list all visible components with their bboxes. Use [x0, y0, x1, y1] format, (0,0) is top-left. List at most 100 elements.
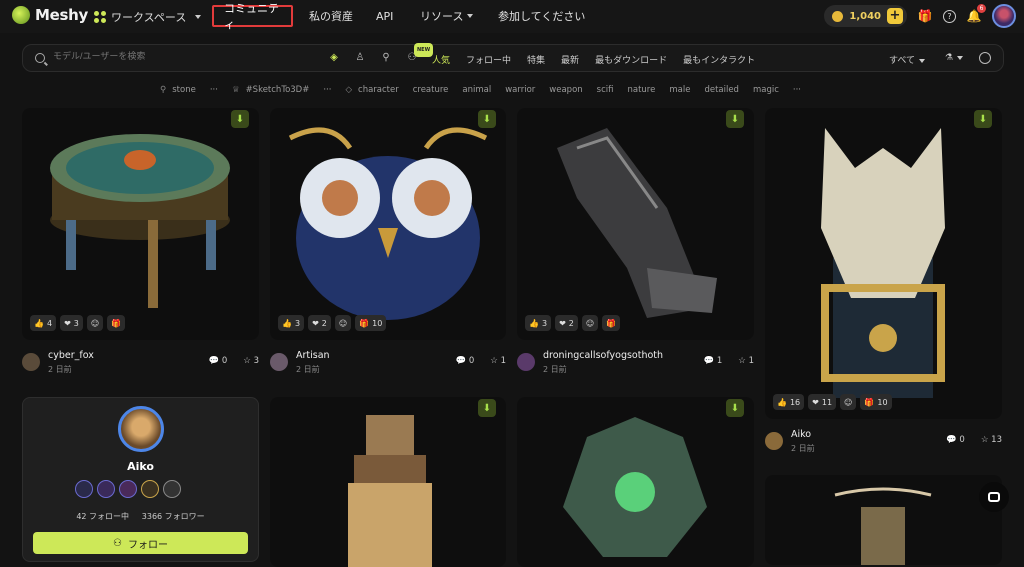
user-avatar[interactable] [992, 4, 1016, 28]
nav-api[interactable]: API [366, 5, 403, 27]
user-avatar-small[interactable] [22, 353, 40, 371]
gift-reaction[interactable]: 🎁 10 [860, 394, 892, 410]
model-card[interactable]: ⬇ [270, 397, 506, 567]
gift-reaction[interactable]: 🎁 [107, 315, 126, 331]
profile-name[interactable]: Aiko [23, 460, 258, 473]
more-icon[interactable]: ··· [793, 85, 801, 95]
comment-count[interactable]: 💬 0 [456, 356, 475, 366]
tag-creature[interactable]: creature [413, 85, 449, 95]
model-thumbnail[interactable] [270, 108, 506, 340]
model-thumbnail[interactable] [765, 108, 1002, 419]
star-count[interactable]: ☆ 1 [490, 356, 506, 366]
tag-sketchto3d[interactable]: #SketchTo3D# [246, 85, 310, 95]
badge-icon[interactable] [75, 480, 93, 498]
person-icon[interactable]: ♙ [354, 52, 366, 64]
star-count[interactable]: ☆ 1 [738, 356, 754, 366]
author-name[interactable]: Aiko [791, 429, 815, 440]
author-name[interactable]: droningcallsofyogsothoth [543, 350, 663, 361]
tag-male[interactable]: male [669, 85, 690, 95]
model-card[interactable]: ⬇ 👍 3 ❤ 2 ☺ 🎁 [517, 108, 754, 340]
cube-icon[interactable]: ◈ [328, 52, 340, 64]
filter-button[interactable]: ⚗ [945, 53, 963, 63]
model-card[interactable]: ⬇ 👍 16 ❤ 11 ☺ 🎁 10 [765, 108, 1002, 419]
heart-reaction[interactable]: ❤ 3 [60, 315, 83, 331]
tag-stone[interactable]: stone [172, 85, 196, 95]
tab-most-downloaded[interactable]: 最もダウンロード [595, 53, 667, 66]
heart-reaction[interactable]: ❤ 2 [308, 315, 331, 331]
author-name[interactable]: cyber_fox [48, 350, 94, 361]
workspace-dropdown[interactable]: ワークスペース [94, 9, 202, 25]
model-thumbnail[interactable] [270, 397, 506, 567]
badge-icon[interactable] [119, 480, 137, 498]
tab-latest[interactable]: 最新 [561, 53, 579, 66]
nav-resources[interactable]: リソース [410, 5, 483, 27]
followers-count[interactable]: 3366 フォロワー [142, 512, 205, 521]
nav-join[interactable]: 参加してください [488, 5, 595, 27]
badge-icon[interactable] [163, 480, 181, 498]
badge-icon[interactable] [141, 480, 159, 498]
tab-featured[interactable]: 特集 [527, 53, 545, 66]
smile-reaction[interactable]: ☺ [840, 394, 857, 410]
like-reaction[interactable]: 👍 16 [773, 394, 805, 410]
badge-icon[interactable] [97, 480, 115, 498]
smile-reaction[interactable]: ☺ [581, 315, 599, 331]
nodes-icon[interactable]: ⚇ NEW [406, 43, 434, 64]
more-icon[interactable]: ··· [210, 85, 218, 95]
download-icon[interactable]: ⬇ [231, 110, 249, 128]
model-card[interactable]: ⬇ 👍 4 ❤ 3 ☺ 🎁 [22, 108, 259, 340]
heart-reaction[interactable]: ❤ 11 [808, 394, 837, 410]
tag-detailed[interactable]: detailed [704, 85, 739, 95]
help-icon[interactable]: ? [943, 9, 956, 23]
rig-icon[interactable]: ⚲ [380, 52, 392, 64]
smile-reaction[interactable]: ☺ [334, 315, 352, 331]
gift-icon[interactable]: 🎁 [917, 8, 933, 24]
smile-reaction[interactable]: ☺ [86, 315, 104, 331]
star-count[interactable]: ☆ 13 [981, 435, 1002, 445]
tag-animal[interactable]: animal [462, 85, 491, 95]
like-reaction[interactable]: 👍 3 [525, 315, 552, 331]
user-avatar-small[interactable] [517, 353, 535, 371]
model-thumbnail[interactable] [517, 108, 754, 340]
chat-support-button[interactable] [979, 482, 1009, 512]
tag-nature[interactable]: nature [627, 85, 655, 95]
comment-count[interactable]: 💬 1 [704, 356, 723, 366]
comment-count[interactable]: 💬 0 [209, 356, 228, 366]
following-count[interactable]: 42 フォロー中 [76, 512, 129, 521]
view-toggle-icon[interactable] [979, 52, 991, 64]
gift-reaction[interactable]: 🎁 [602, 315, 621, 331]
gift-reaction[interactable]: 🎁 10 [355, 315, 387, 331]
download-icon[interactable]: ⬇ [974, 110, 992, 128]
heart-reaction[interactable]: ❤ 2 [555, 315, 578, 331]
tag-scifi[interactable]: scifi [597, 85, 614, 95]
add-credits-button[interactable]: + [887, 8, 903, 24]
tag-warrior[interactable]: warrior [505, 85, 535, 95]
model-card[interactable]: ⬇ 👍 3 ❤ 2 ☺ 🎁 10 [270, 108, 506, 340]
model-thumbnail[interactable] [517, 397, 754, 567]
model-thumbnail[interactable] [22, 108, 259, 340]
like-reaction[interactable]: 👍 3 [278, 315, 305, 331]
author-name[interactable]: Artisan [296, 350, 330, 361]
user-avatar-small[interactable] [765, 432, 783, 450]
credits-badge[interactable]: 1,040 + [824, 5, 907, 27]
bell-icon[interactable]: 🔔 6 [966, 4, 986, 24]
follow-button[interactable]: ⚇ フォロー [33, 532, 248, 554]
tag-character[interactable]: character [358, 85, 399, 95]
tag-weapon[interactable]: weapon [549, 85, 582, 95]
model-thumbnail[interactable] [765, 475, 1002, 565]
tag-magic[interactable]: magic [753, 85, 779, 95]
nav-community[interactable]: コミュニティ [212, 2, 293, 31]
download-icon[interactable]: ⬇ [478, 110, 496, 128]
tab-following[interactable]: フォロー中 [466, 53, 511, 66]
model-card[interactable] [765, 475, 1002, 565]
like-reaction[interactable]: 👍 4 [30, 315, 57, 331]
comment-count[interactable]: 💬 0 [946, 435, 965, 445]
download-icon[interactable]: ⬇ [726, 110, 744, 128]
logo[interactable]: Meshy [12, 6, 88, 24]
tab-popular[interactable]: 人気 [432, 53, 450, 66]
more-icon[interactable]: ··· [323, 85, 331, 95]
user-avatar-small[interactable] [270, 353, 288, 371]
tab-most-interacted[interactable]: 最もインタラクト [683, 53, 755, 66]
star-count[interactable]: ☆ 3 [243, 356, 259, 366]
download-icon[interactable]: ⬇ [726, 399, 744, 417]
category-select[interactable]: すべて [889, 53, 925, 66]
